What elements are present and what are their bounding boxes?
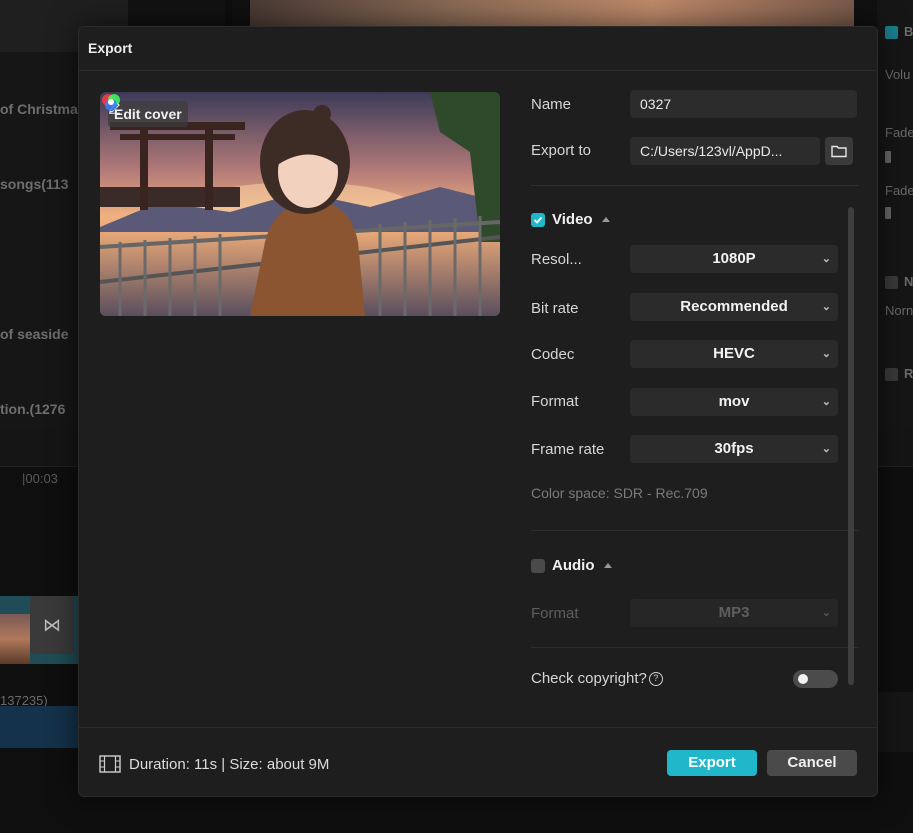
video-checkbox[interactable] (531, 212, 545, 227)
cover-preview[interactable]: Edit cover (100, 92, 500, 316)
video-clip-thumbnail (0, 614, 30, 664)
film-icon (99, 755, 121, 773)
fade-slider-2 (885, 207, 891, 219)
copyright-label: Check copyright? (531, 670, 647, 687)
properties-label-6: Norn (885, 303, 913, 318)
audio-section-header[interactable]: Audio (531, 557, 612, 574)
properties-label-2: Volu (885, 67, 911, 82)
properties-checkbox (885, 26, 898, 39)
framerate-label: Frame rate (531, 441, 605, 458)
browse-folder-button[interactable] (825, 137, 853, 165)
resolution-label: Resol... (531, 251, 582, 268)
settings-scrollbar[interactable] (848, 207, 854, 685)
footer-divider (79, 727, 877, 728)
properties-checkbox-3 (885, 368, 898, 381)
chevron-down-icon: ⌄ (821, 301, 831, 313)
video-section-label: Video (552, 211, 593, 228)
properties-label-4: Fade (885, 183, 913, 198)
export-path-input[interactable]: C:/Users/123vl/AppD... (630, 137, 820, 165)
format-select[interactable]: mov ⌄ (630, 388, 838, 416)
resolution-select[interactable]: 1080P ⌄ (630, 245, 838, 273)
folder-icon (831, 145, 847, 158)
framerate-value: 30fps (714, 440, 754, 457)
audio-format-select: MP3 ⌄ (630, 599, 838, 627)
transition-icon: ⋈ (30, 596, 74, 654)
codec-select[interactable]: HEVC ⌄ (630, 340, 838, 368)
check-icon (533, 216, 543, 224)
bitrate-select[interactable]: Recommended ⌄ (630, 293, 838, 321)
color-space-info: Color space: SDR - Rec.709 (531, 485, 708, 501)
toggle-knob (798, 674, 808, 684)
chevron-down-icon: ⌄ (821, 396, 831, 408)
properties-label-7: R (904, 366, 913, 381)
codec-value: HEVC (713, 345, 755, 362)
collapse-caret-icon[interactable] (603, 563, 612, 568)
export-button[interactable]: Export (667, 750, 757, 776)
color-wheel-icon[interactable] (100, 92, 122, 114)
dialog-title: Export (88, 40, 133, 56)
resolution-value: 1080P (712, 250, 756, 267)
audio-checkbox[interactable] (531, 558, 545, 573)
audio-format-value: MP3 (718, 604, 750, 621)
timeline-ruler-time: |00:03 (22, 471, 58, 486)
properties-checkbox-2 (885, 276, 898, 289)
copyright-row: Check copyright? ? (531, 670, 663, 687)
section-divider-3 (531, 647, 859, 648)
fade-slider-1 (885, 151, 891, 163)
export-dialog: Export Edit cover Name 0327 Export to C:… (78, 26, 878, 797)
format-label: Format (531, 393, 579, 410)
bitrate-label: Bit rate (531, 300, 579, 317)
chevron-down-icon: ⌄ (821, 443, 831, 455)
properties-panel-lower (877, 692, 913, 752)
name-input[interactable]: 0327 (630, 90, 857, 118)
framerate-select[interactable]: 30fps ⌄ (630, 435, 838, 463)
section-divider-1 (531, 185, 859, 186)
properties-label-1: B (904, 24, 913, 39)
preview-image (250, 0, 854, 26)
help-icon[interactable]: ? (648, 671, 663, 686)
copyright-toggle[interactable] (793, 670, 838, 688)
properties-label-5: N (904, 274, 913, 289)
properties-label-3: Fade (885, 125, 913, 140)
title-divider (79, 70, 877, 71)
audio-format-label: Format (531, 605, 579, 622)
export-to-label: Export to (531, 142, 592, 159)
edit-cover-label: Edit cover (114, 106, 182, 122)
audio-section-label: Audio (552, 557, 595, 574)
duration-size-text: Duration: 11s | Size: about 9M (129, 755, 330, 773)
section-divider-2 (531, 530, 859, 531)
audio-clip (0, 706, 78, 748)
collapse-caret-icon[interactable] (601, 217, 610, 222)
video-section-header[interactable]: Video (531, 211, 610, 228)
footer-info: Duration: 11s | Size: about 9M (99, 755, 329, 773)
chevron-down-icon: ⌄ (821, 607, 831, 619)
chevron-down-icon: ⌄ (821, 253, 831, 265)
cancel-button[interactable]: Cancel (767, 750, 857, 776)
codec-label: Codec (531, 346, 575, 363)
chevron-down-icon: ⌄ (821, 348, 831, 360)
format-value: mov (718, 393, 750, 410)
name-label: Name (531, 96, 572, 113)
bitrate-value: Recommended (680, 298, 788, 315)
